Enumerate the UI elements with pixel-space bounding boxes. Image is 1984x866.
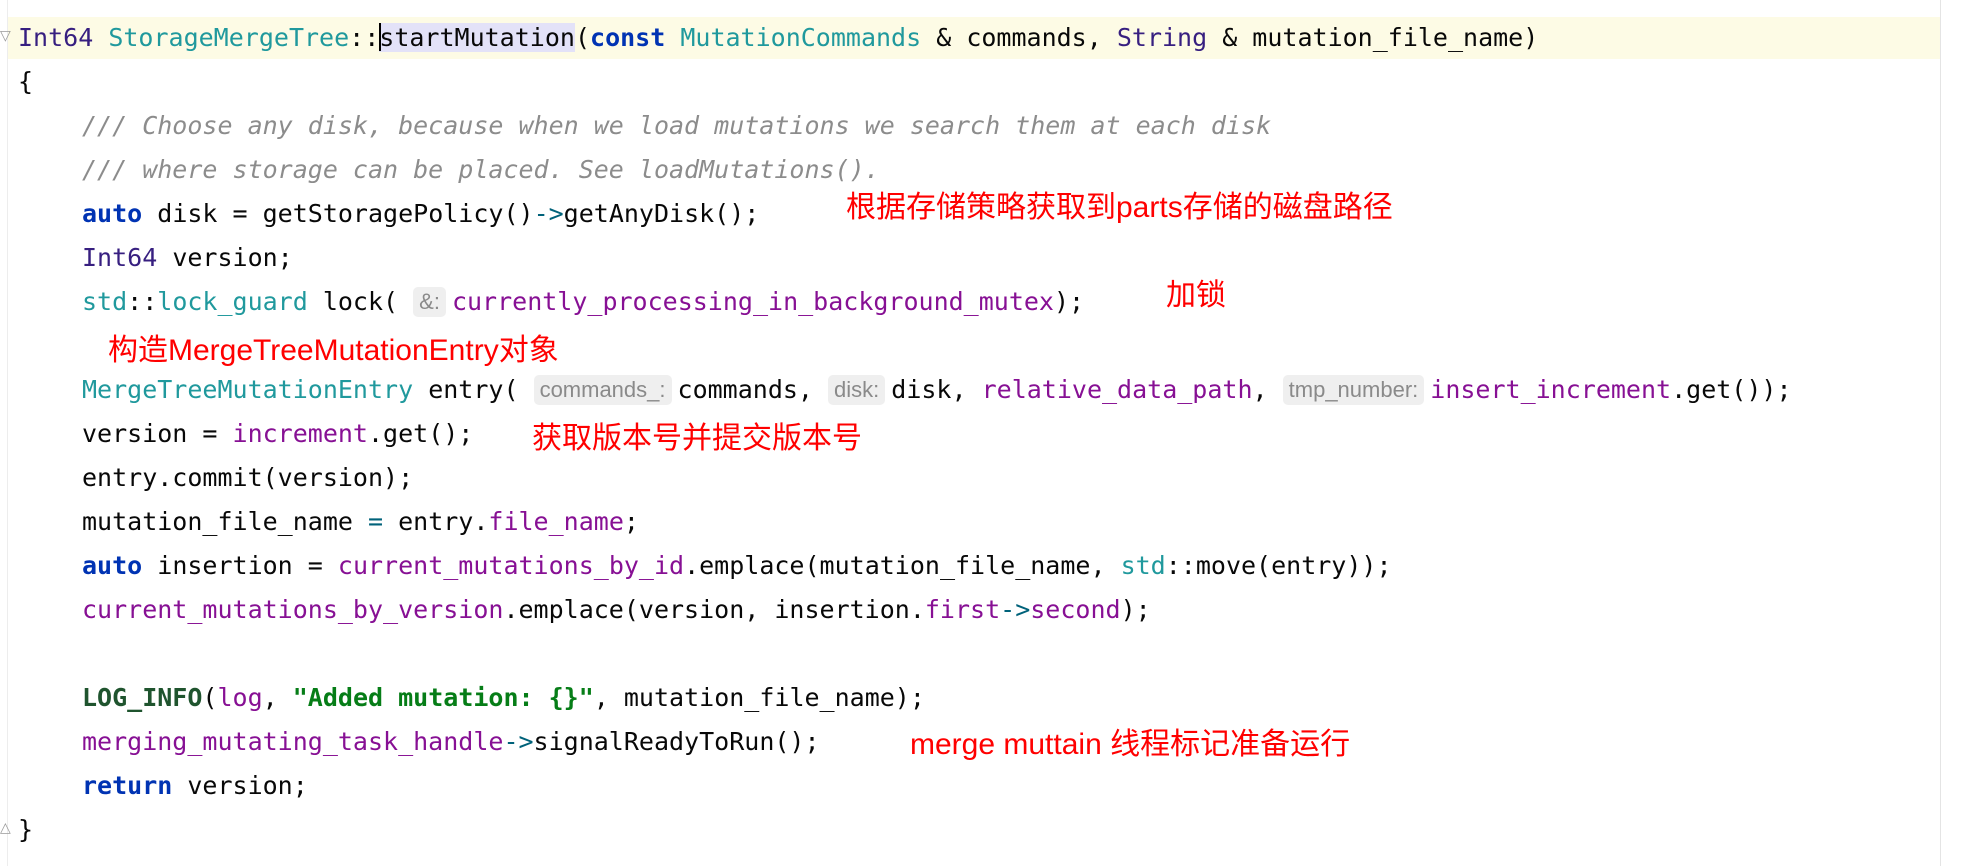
code-token: std (1120, 551, 1166, 580)
code-token: , (1252, 375, 1283, 404)
code-token: & mutation_file_name) (1207, 23, 1539, 52)
parameter-hint: disk: (828, 375, 886, 405)
code-line-signal[interactable]: merging_mutating_task_handle->signalRead… (82, 724, 820, 760)
code-token: /// Choose any disk, because when we loa… (82, 111, 1272, 140)
code-line-disk[interactable]: auto disk = getStoragePolicy()->getAnyDi… (82, 196, 759, 232)
code-token: -> (1000, 595, 1031, 624)
function-name-highlight: startMutation (379, 23, 575, 52)
code-token: ::move(entry)); (1165, 551, 1392, 580)
code-line-commit[interactable]: entry.commit(version); (82, 460, 413, 496)
annotation-lock: 加锁 (1166, 279, 1226, 312)
parameter-hint: commands_: (533, 375, 672, 405)
code-token: auto (82, 199, 143, 228)
code-token: currently_processing_in_background_mutex (451, 287, 1054, 316)
code-token: -> (503, 727, 534, 756)
code-line-mutation-file-name[interactable]: mutation_file_name = entry.file_name; (82, 504, 639, 540)
code-line-brace-close[interactable]: } (18, 812, 33, 848)
annotation-version: 获取版本号并提交版本号 (532, 422, 862, 455)
code-token: lock( (307, 287, 414, 316)
fold-marker-icon[interactable]: ▽ (0, 28, 11, 44)
code-token: lock_guard (157, 287, 308, 316)
parameter-hint: &: (413, 287, 446, 317)
code-line-return[interactable]: return version; (82, 768, 308, 804)
code-token: file_name (488, 507, 624, 536)
code-token: entry. (383, 507, 489, 536)
code-token: commands, (677, 375, 829, 404)
code-token: getAnyDisk(); (563, 199, 760, 228)
code-token: mutation_file_name (82, 507, 368, 536)
code-token: LOG_INFO (82, 683, 203, 712)
code-editor[interactable]: ▽ △ Int64 StorageMergeTree::startMutatio… (0, 0, 1984, 866)
code-token: disk, (891, 375, 982, 404)
code-token: log (217, 683, 263, 712)
code-token: .get()); (1671, 375, 1792, 404)
code-line-signature[interactable]: Int64 StorageMergeTree::startMutation(co… (18, 20, 1538, 56)
code-token: insertion = (142, 551, 338, 580)
code-token: version = (82, 419, 233, 448)
code-token: ); (1054, 287, 1085, 316)
gutter-divider (7, 0, 8, 866)
code-token: return (82, 771, 173, 800)
annotation-disk: 根据存储策略获取到parts存储的磁盘路径 (846, 191, 1393, 224)
code-token: Int64 (82, 243, 158, 272)
code-line-brace-open[interactable]: { (18, 64, 33, 100)
code-token: :: (349, 23, 380, 52)
code-line-insertion[interactable]: auto insertion = current_mutations_by_id… (82, 548, 1392, 584)
code-line-entry[interactable]: MergeTreeMutationEntry entry( commands_:… (82, 372, 1792, 408)
code-token: signalReadyToRun(); (533, 727, 820, 756)
code-token: /// where storage can be placed. See loa… (82, 155, 880, 184)
code-token: MergeTreeMutationEntry (82, 375, 414, 404)
code-token: String (1116, 23, 1208, 52)
code-token: ); (1120, 595, 1151, 624)
code-token: relative_data_path (981, 375, 1253, 404)
code-token: :: (127, 287, 158, 316)
code-token: insert_increment (1430, 375, 1672, 404)
code-line-by-version[interactable]: current_mutations_by_version.emplace(ver… (82, 592, 1151, 628)
annotation-thread: merge muttain 线程标记准备运行 (910, 728, 1351, 761)
code-token: version; (172, 771, 308, 800)
code-line-comment[interactable]: /// Choose any disk, because when we loa… (82, 108, 1271, 144)
code-token: std (82, 287, 128, 316)
code-token: version; (157, 243, 293, 272)
code-token: entry( (413, 375, 534, 404)
code-token: Int64 (18, 23, 94, 52)
code-token: entry.commit(version); (82, 463, 414, 492)
code-token: .emplace(mutation_file_name, (684, 551, 1121, 580)
code-token: -> (533, 199, 564, 228)
code-token: .get(); (367, 419, 474, 448)
code-token: } (18, 815, 34, 844)
code-token: first (924, 595, 1001, 624)
code-line-log[interactable]: LOG_INFO(log, "Added mutation: {}", muta… (82, 680, 925, 716)
right-margin-guide (1940, 0, 1941, 866)
code-token: disk = getStoragePolicy() (142, 199, 534, 228)
parameter-hint: tmp_number: (1282, 375, 1425, 405)
code-token: & commands, (921, 23, 1117, 52)
code-line-lock[interactable]: std::lock_guard lock( &: currently_proces… (82, 284, 1084, 320)
fold-marker-icon[interactable]: △ (0, 820, 11, 836)
code-token: MutationCommands (680, 23, 922, 52)
code-token: merging_mutating_task_handle (82, 727, 504, 756)
code-line-version-decl[interactable]: Int64 version; (82, 240, 293, 276)
code-token: "Added mutation: {}" (292, 683, 594, 712)
annotation-entry: 构造MergeTreeMutationEntry对象 (108, 334, 559, 367)
code-token: ( (574, 23, 591, 52)
code-token: ; (623, 507, 639, 536)
code-line-version-assign[interactable]: version = increment.get(); (82, 416, 473, 452)
code-token: increment (232, 419, 368, 448)
code-token: { (18, 67, 34, 96)
code-token: current_mutations_by_id (337, 551, 685, 580)
code-token: tartMutation (394, 23, 575, 52)
code-token: StorageMergeTree (108, 23, 350, 52)
code-token: second (1030, 595, 1121, 624)
code-token: auto (82, 551, 143, 580)
code-line-comment[interactable]: /// where storage can be placed. See loa… (82, 152, 880, 188)
code-token: = (367, 507, 384, 536)
code-token: , mutation_file_name); (593, 683, 925, 712)
code-token: ( (202, 683, 218, 712)
code-token: , (262, 683, 293, 712)
code-token: s (379, 23, 395, 52)
code-token: .emplace(version, insertion. (503, 595, 925, 624)
code-token: current_mutations_by_version (82, 595, 504, 624)
code-token: const (590, 23, 666, 52)
